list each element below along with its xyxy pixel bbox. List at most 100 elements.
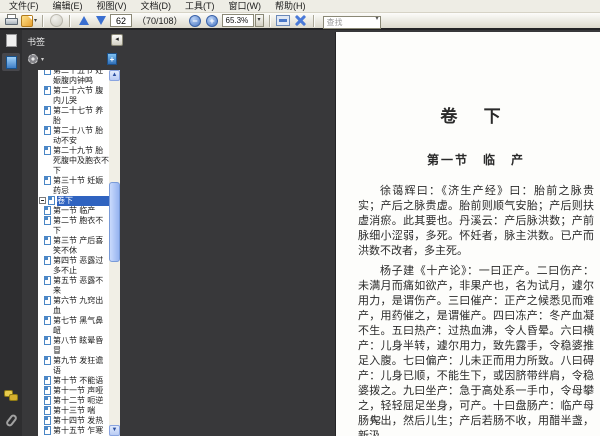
- collapse-panel-button[interactable]: ◂: [111, 34, 123, 46]
- options-gear-icon[interactable]: [28, 54, 38, 64]
- bookmarks-panel-button[interactable]: [2, 53, 20, 71]
- toolbar-separator: [69, 14, 72, 27]
- next-page-button[interactable]: [93, 13, 108, 28]
- bookmark-item[interactable]: 第二十九节 胎死腹中及胞衣不下: [38, 146, 109, 176]
- bookmark-item[interactable]: 第十二节 呃逆: [38, 396, 109, 406]
- zoom-out-button[interactable]: −: [188, 13, 203, 28]
- menu-item[interactable]: 窗口(W): [222, 0, 269, 12]
- print-button[interactable]: [4, 13, 19, 28]
- bookmark-item[interactable]: 第七节 黑气鼻衄: [38, 316, 109, 336]
- bookmark-item[interactable]: 第五节 恶露不来: [38, 276, 109, 296]
- zoom-level-value[interactable]: 65.3%: [221, 14, 254, 27]
- scroll-down-icon[interactable]: ▼: [109, 425, 120, 436]
- bookmark-page-icon: [44, 70, 51, 75]
- bookmark-label: 第二十九节 胎死腹中及胞衣不下: [53, 146, 109, 175]
- bookmark-label: 第三十节 妊娠药忌: [53, 176, 104, 195]
- bookmark-item[interactable]: 第十四节 发热: [38, 416, 109, 426]
- toolbar-separator: [42, 14, 45, 27]
- bookmark-label: 第六节 九窍出血: [53, 296, 104, 315]
- bookmark-item[interactable]: 第一节 临产: [38, 206, 109, 216]
- bookmark-page-icon: [44, 316, 51, 325]
- bookmark-label: 第二节 胞衣不下: [53, 216, 104, 235]
- zoom-out-icon: −: [189, 14, 202, 27]
- previous-view-button[interactable]: [49, 13, 64, 28]
- bookmark-item[interactable]: 第十一节 声哑: [38, 386, 109, 396]
- menu-item[interactable]: 帮助(H): [268, 0, 313, 12]
- page-folio-number: 62: [371, 415, 381, 426]
- bookmark-label: 第十四节 发热: [53, 416, 104, 425]
- pages-panel-button[interactable]: [2, 31, 20, 49]
- bookmark-page-icon: [44, 146, 51, 155]
- bookmark-label: 第十五节 乍寒乍热: [53, 426, 104, 435]
- bookmark-label: 第七节 黑气鼻衄: [53, 316, 104, 335]
- bookmark-item[interactable]: 第十三节 喘: [38, 406, 109, 416]
- menu-item[interactable]: 工具(T): [178, 0, 222, 12]
- bookmark-label: 第五节 恶露不来: [53, 276, 104, 295]
- bookmark-item[interactable]: 第六节 九窍出血: [38, 296, 109, 316]
- bookmark-page-icon: [44, 236, 51, 245]
- zoom-in-button[interactable]: +: [205, 13, 220, 28]
- bookmarks-icon: [5, 55, 17, 69]
- bookmark-page-icon: [44, 276, 51, 285]
- bookmark-page-icon: [44, 406, 51, 415]
- bookmarks-tab-label: 书签: [27, 37, 46, 47]
- bookmark-label: 卷下: [57, 196, 109, 206]
- bookmark-item[interactable]: 第四节 恶露过多不止: [38, 256, 109, 276]
- toolbar-separator: [312, 14, 315, 27]
- bookmark-page-icon: [44, 376, 51, 385]
- bookmark-page-icon: [44, 396, 51, 405]
- comments-panel-button[interactable]: [2, 387, 20, 405]
- bookmark-item[interactable]: 第三节 产后喜笑不休: [38, 236, 109, 256]
- fit-width-button[interactable]: [276, 13, 291, 28]
- bookmark-item[interactable]: 第二十五节 妊娠腹内钟鸣: [38, 70, 109, 86]
- scroll-up-icon[interactable]: ▲: [109, 70, 120, 81]
- options-caret-icon[interactable]: ▾: [41, 56, 44, 63]
- printer-icon: [4, 14, 19, 27]
- bookmark-item[interactable]: 第二十八节 胎动不安: [38, 126, 109, 146]
- menu-item[interactable]: 视图(V): [90, 0, 134, 12]
- bookmark-item[interactable]: 第二十七节 养胎: [38, 106, 109, 126]
- page-down-icon: [95, 16, 106, 25]
- bookmark-item[interactable]: 第二十六节 腹内儿哭: [38, 86, 109, 106]
- menu-item[interactable]: 文件(F): [2, 0, 46, 12]
- bookmark-page-icon: [44, 336, 51, 345]
- bookmark-label: 第十一节 声哑: [53, 386, 104, 395]
- menu-item[interactable]: 文档(D): [134, 0, 179, 12]
- zoom-dropdown-button[interactable]: ▾: [254, 14, 264, 27]
- bookmarks-panel: 书签 ◂ ▾ + 第二十五节 妊娠腹内钟鸣 第二十六节 腹内儿哭 第二十七节 养胎第…: [22, 30, 128, 436]
- page-number-input[interactable]: [110, 14, 133, 27]
- fit-page-icon: [294, 14, 307, 27]
- share-button[interactable]: ▾: [21, 13, 37, 28]
- bookmark-item[interactable]: 第十节 不能语: [38, 376, 109, 386]
- share-caret-icon[interactable]: ▾: [34, 17, 37, 24]
- menu-item[interactable]: 编辑(E): [46, 0, 90, 12]
- bookmark-item[interactable]: 第二节 胞衣不下: [38, 216, 109, 236]
- attachments-panel-button[interactable]: [2, 411, 20, 429]
- bookmark-page-icon: [44, 216, 51, 225]
- bookmark-page-icon: [44, 206, 51, 215]
- bookmark-page-icon: [44, 86, 51, 95]
- bookmark-item[interactable]: 卷下: [38, 196, 109, 206]
- bookmark-item[interactable]: 第三十节 妊娠药忌: [38, 176, 109, 196]
- page-title: 卷 下: [440, 107, 512, 126]
- scrollbar-thumb[interactable]: [109, 182, 120, 262]
- bookmark-items: 第二十五节 妊娠腹内钟鸣 第二十六节 腹内儿哭 第二十七节 养胎 第二十八节 胎动不安…: [38, 70, 109, 436]
- toolbar: ▾ （70/108） − + 65.3% ▾ ▾: [0, 13, 600, 30]
- bookmark-label: 第十三节 喘: [53, 406, 96, 415]
- navigation-rail: [0, 30, 22, 436]
- bookmark-item[interactable]: 第十五节 乍寒乍热: [38, 426, 109, 436]
- find-caret-icon[interactable]: ▾: [376, 15, 379, 22]
- pdf-page[interactable]: 卷 下 第一节 临 产 徐蔼辉曰：《济生产经》曰：胎前之脉贵实；产后之脉贵虚。胎…: [336, 32, 600, 436]
- collapse-expander-icon[interactable]: [39, 197, 46, 204]
- new-bookmark-icon[interactable]: +: [107, 53, 117, 65]
- find-input[interactable]: [322, 15, 381, 29]
- bookmark-page-icon: [44, 296, 51, 305]
- bookmark-scrollbar[interactable]: ▲ ▼: [109, 70, 120, 436]
- previous-view-icon: [50, 14, 64, 27]
- bookmark-item[interactable]: 第八节 眩晕昏冒: [38, 336, 109, 356]
- toolbar-separator: [268, 14, 271, 27]
- previous-page-button[interactable]: [76, 13, 91, 28]
- bookmark-item[interactable]: 第九节 发狂谵语: [38, 356, 109, 376]
- fit-page-button[interactable]: [293, 13, 308, 28]
- bookmark-page-icon: [44, 106, 51, 115]
